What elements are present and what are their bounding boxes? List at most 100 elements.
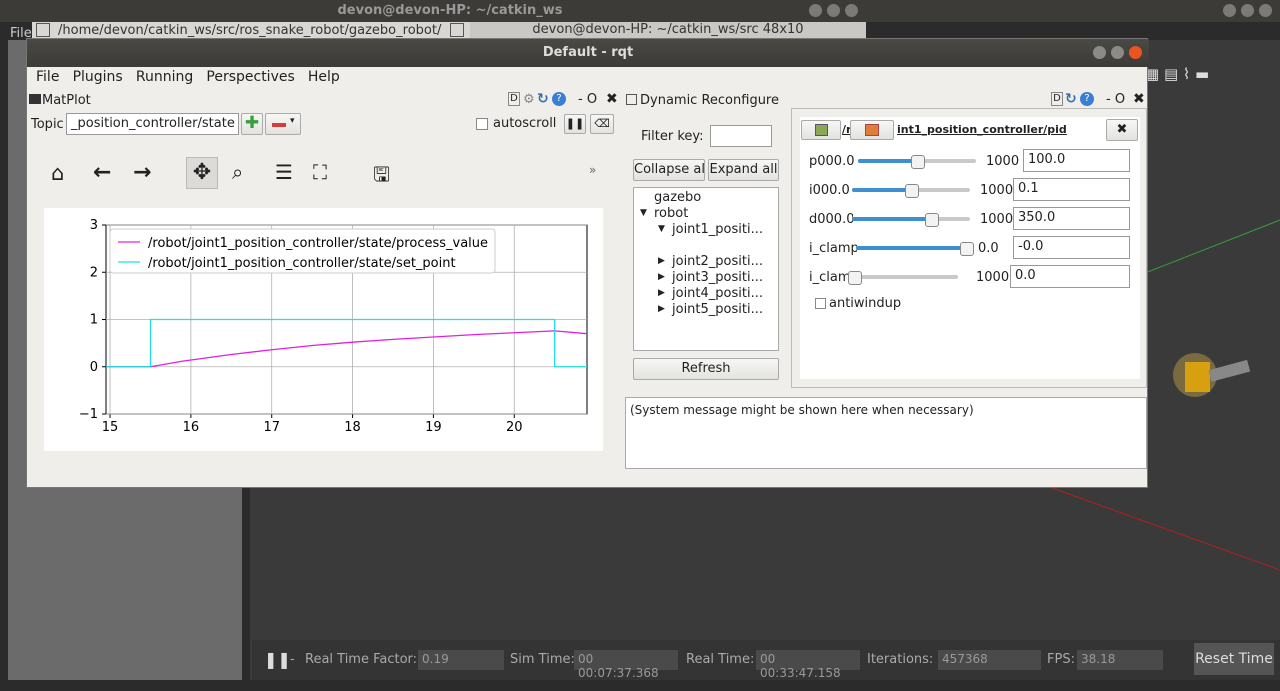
rqt-title-bar[interactable]: Default - rqt [27, 39, 1149, 67]
slider-handle[interactable] [960, 242, 974, 256]
dock-float-controls[interactable]: - O [578, 92, 597, 107]
terminal-minimize-button[interactable] [809, 4, 822, 17]
slider-handle[interactable] [848, 271, 862, 285]
slider-track [848, 275, 958, 279]
sim-time-value: 00 00:07:37.368 [574, 650, 678, 680]
x-tick-label: 19 [425, 420, 442, 435]
reload-icon[interactable]: ↻ [1065, 91, 1077, 107]
clear-button[interactable]: ⌫ [590, 114, 614, 134]
sim-time-label: Sim Time: [510, 652, 575, 667]
gazebo-close-button[interactable] [1259, 4, 1272, 17]
menu-plugins[interactable]: Plugins [73, 69, 123, 85]
node-tree[interactable]: gazebo ▼ robot ▼ joint1_positi... pid ▶ joint2_… [633, 187, 779, 351]
load-icon [815, 124, 828, 136]
filter-key-label: Filter key: [641, 129, 704, 144]
collapse-arrow-icon[interactable]: ▶ [658, 272, 665, 282]
toolbar-overflow-icon[interactable]: » [589, 163, 596, 177]
rqt-close-button[interactable] [1129, 46, 1142, 59]
help-icon[interactable]: D [1051, 92, 1063, 106]
close-icon[interactable]: ✖ [606, 91, 618, 107]
save-figure-icon[interactable]: 🖫 [373, 160, 390, 194]
save-icon [865, 124, 879, 136]
param-value-input[interactable]: 100.0 [1023, 149, 1130, 172]
collapse-all-button[interactable]: Collapse all [633, 159, 705, 181]
expand-arrow-icon[interactable]: ▼ [640, 208, 647, 218]
param-slider[interactable] [848, 271, 958, 285]
rqt-minimize-button[interactable] [1093, 46, 1106, 59]
topic-input[interactable]: _position_controller/state [66, 113, 239, 135]
pause-button[interactable]: ❚❚ [564, 114, 586, 134]
forward-arrow-icon[interactable]: → [133, 160, 151, 185]
reset-time-button[interactable]: Reset Time [1194, 643, 1274, 675]
add-topic-button[interactable]: ✚ [241, 113, 263, 135]
param-value-input[interactable]: 0.0 [1010, 265, 1130, 288]
pan-icon[interactable]: ✥ [186, 157, 218, 189]
param-slider[interactable] [856, 242, 974, 256]
param-slider[interactable] [858, 155, 976, 169]
subplots-config-icon[interactable]: ☰ [275, 160, 293, 184]
zoom-icon[interactable]: ⌕ [232, 160, 243, 184]
tree-item-label: joint3_positi... [672, 270, 763, 285]
menu-perspectives[interactable]: Perspectives [206, 69, 294, 85]
terminal-close-button[interactable] [845, 4, 858, 17]
remove-topic-button[interactable]: ▾ [265, 113, 301, 135]
param-value-input[interactable]: 0.1 [1013, 178, 1130, 201]
plot-canvas[interactable]: 15 16 17 18 19 20 3 2 1 0 −1/robot/joint1_position… [44, 208, 603, 451]
refresh-button[interactable]: Refresh [633, 358, 779, 380]
tree-item-label: pid [692, 238, 713, 253]
gazebo-minimize-button[interactable] [1223, 4, 1236, 17]
param-value-input[interactable]: 350.0 [1013, 207, 1130, 230]
help-icon[interactable]: D [508, 92, 520, 106]
save-button[interactable] [850, 120, 894, 140]
robot-model-icon [1173, 353, 1251, 397]
expand-arrow-icon[interactable]: ▼ [658, 224, 665, 234]
filter-key-input[interactable] [710, 125, 772, 147]
param-slider[interactable] [852, 213, 970, 227]
gear-icon[interactable]: ⚙ [523, 92, 535, 107]
collapse-arrow-icon[interactable]: ▶ [658, 256, 665, 266]
load-button[interactable] [801, 120, 841, 140]
collapse-arrow-icon[interactable]: ▶ [658, 304, 665, 314]
autoscroll-checkbox[interactable] [476, 118, 488, 130]
rqt-maximize-button[interactable] [1111, 46, 1124, 59]
param-slider[interactable] [852, 184, 970, 198]
y-tick-label: −1 [79, 407, 98, 422]
param-label: i_clamp_min [809, 241, 857, 256]
terminal-maximize-button[interactable] [827, 4, 840, 17]
legend-label-0: /robot/joint1_position_controller/state/… [148, 236, 488, 251]
real-time-factor-value: 0.19 [418, 650, 504, 670]
menu-running[interactable]: Running [136, 69, 193, 85]
pause-icon[interactable]: ❚❚ [264, 650, 291, 669]
status-separator: - [290, 652, 295, 667]
close-icon[interactable]: ✖ [1133, 91, 1145, 107]
line-chart[interactable]: 15 16 17 18 19 20 3 2 1 0 −1/robot/joint1_position… [44, 208, 603, 451]
gazebo-maximize-button[interactable] [1241, 4, 1254, 17]
menu-help[interactable]: Help [308, 69, 340, 85]
slider-handle[interactable] [905, 184, 919, 198]
fps-label: FPS: [1047, 652, 1075, 667]
terminal-tab-icon [450, 23, 464, 37]
slider-handle[interactable] [925, 213, 940, 227]
edit-axis-icon[interactable]: ⛶ [313, 160, 327, 184]
param-value-input[interactable]: -0.0 [1013, 236, 1130, 259]
real-time-label: Real Time: [686, 652, 755, 667]
y-tick-label: 0 [90, 360, 98, 375]
antiwindup-checkbox[interactable] [815, 298, 826, 309]
info-icon[interactable]: ? [1080, 92, 1094, 106]
expand-all-button[interactable]: Expand all [708, 159, 779, 181]
dock-float-controls[interactable]: - O [1106, 92, 1125, 107]
tree-item-label: joint1_positi... [672, 222, 763, 237]
reload-icon[interactable]: ↻ [537, 91, 549, 107]
close-node-button[interactable]: ✖ [1106, 119, 1138, 141]
info-icon[interactable]: ? [552, 92, 566, 106]
back-arrow-icon[interactable]: ← [93, 160, 111, 185]
terminal-tab-1[interactable]: /home/devon/catkin_ws/src/ros_snake_robo… [58, 23, 448, 38]
home-icon[interactable]: ⌂ [51, 161, 64, 185]
collapse-arrow-icon[interactable]: ▶ [658, 288, 665, 298]
gazebo-toolbar-icons[interactable]: ▦ ▤ ⌇ ▬ [1145, 65, 1209, 83]
matplot-icon [29, 94, 41, 104]
slider-handle[interactable] [911, 155, 925, 169]
menu-file[interactable]: File [36, 69, 59, 85]
tree-item-label: robot [654, 206, 689, 221]
slider-fill [852, 217, 932, 221]
